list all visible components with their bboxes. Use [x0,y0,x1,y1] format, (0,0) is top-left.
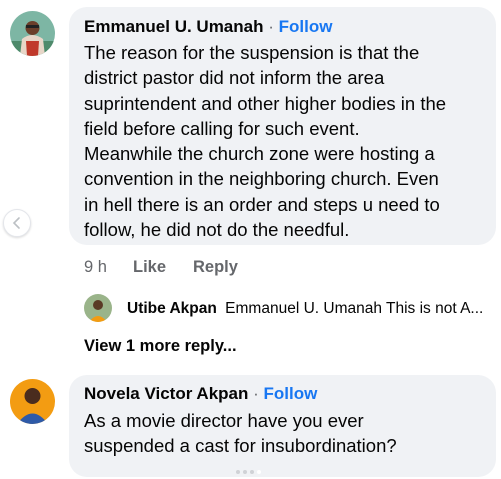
follow-button[interactable]: Follow [264,384,318,403]
comment-text-line: Meanwhile the church zone were hosting a [84,143,435,165]
reply-preview-text: Emmanuel U. Umanah This is not A... [225,300,484,317]
follow-button[interactable]: Follow [279,17,333,36]
avatar-utibe[interactable] [84,294,112,322]
pager-dot [243,470,247,474]
comment-text-line: suspended a cast for insubordination? [84,435,397,457]
reply-preview[interactable]: Utibe Akpan Emmanuel U. Umanah This is n… [127,300,483,318]
comment-timestamp[interactable]: 9 h [84,258,107,277]
author-name-link[interactable]: Novela Victor Akpan [84,384,248,403]
pager-dot-active [257,470,261,474]
comment-author: Emmanuel U. Umanah · Follow [84,17,332,37]
comment-text-line: suprintendent and other higher bodies in… [84,92,447,114]
comment-text-line: The reason for the suspension is that th… [84,42,420,63]
comment-text-line: convention in the neighboring church. Ev… [84,168,439,190]
scroll-left-button[interactable] [3,209,31,237]
comment-text-line: follow, he did not do the needful. [84,219,350,241]
comment-author: Novela Victor Akpan · Follow [84,384,317,404]
comment-text-line: district pastor did not inform the area [84,67,385,89]
author-name-link[interactable]: Emmanuel U. Umanah [84,17,264,36]
view-more-replies-link[interactable]: View 1 more reply... [84,337,237,356]
chevron-left-icon [12,217,20,229]
like-button[interactable]: Like [133,258,166,277]
reply-button[interactable]: Reply [193,258,238,277]
comment-text-line: field before calling for such event. [84,117,360,139]
comment-text-line: As a movie director have you ever [84,410,364,431]
comment-text-line: in hell there is an order and steps u ne… [84,193,440,215]
carousel-pager [236,461,264,479]
reply-author[interactable]: Utibe Akpan [127,300,217,317]
avatar-novela[interactable] [10,379,55,424]
pager-dot [250,470,254,474]
comment-text: The reason for the suspension is that th… [84,40,446,242]
separator-dot: · [268,17,274,36]
avatar-emmanuel[interactable] [10,11,55,56]
separator-dot: · [253,384,259,403]
comment-text: As a movie director have you ever suspen… [84,408,397,459]
pager-dot [236,470,240,474]
